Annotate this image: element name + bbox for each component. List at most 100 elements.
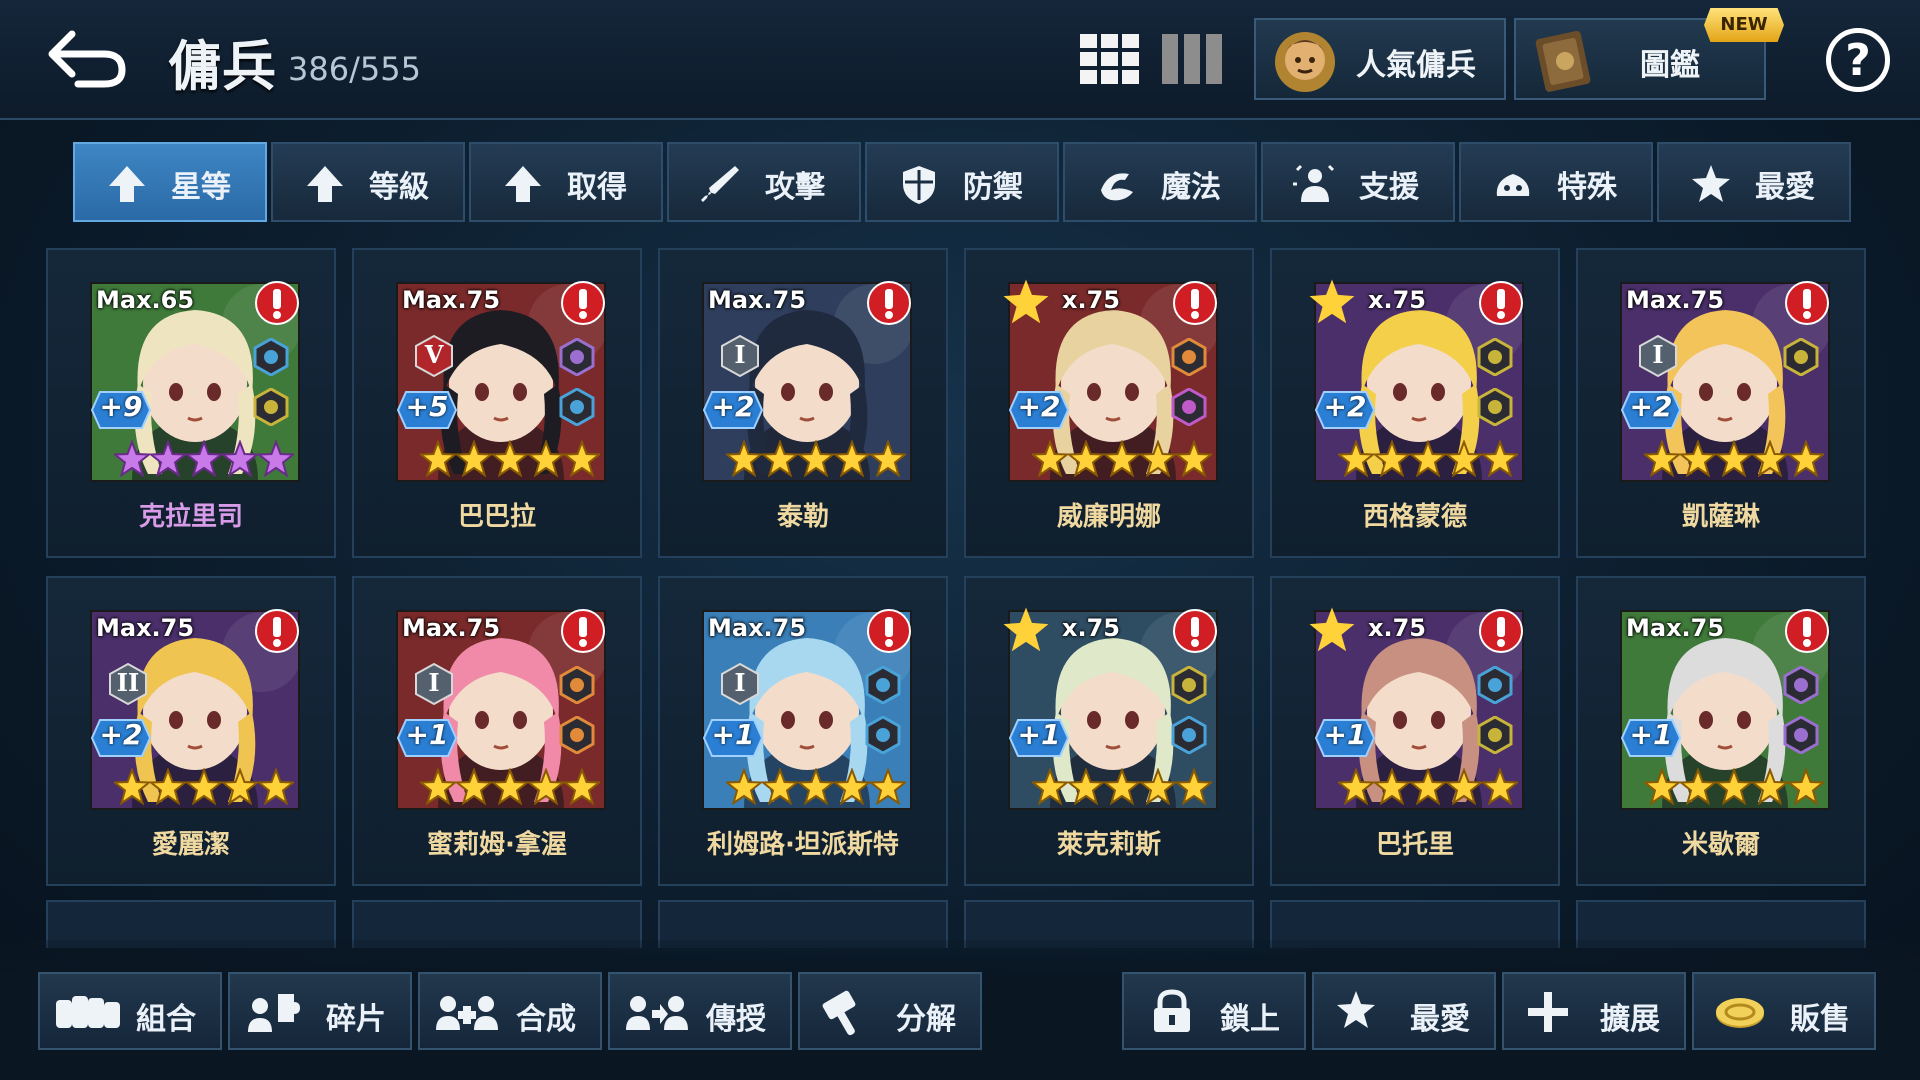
enhance-level: +1	[1323, 718, 1367, 751]
action-label: 鎖上	[1220, 1002, 1280, 1037]
action-button-碎片[interactable]: 碎片	[228, 972, 412, 1050]
help-button[interactable]: ?	[1826, 28, 1890, 92]
star-icon	[1692, 165, 1730, 202]
mercenary-name: 利姆路·坦派斯特	[707, 830, 899, 860]
enhance-level: +1	[1017, 718, 1061, 751]
mercenary-card[interactable]: x.75 +2 威廉明娜	[964, 248, 1254, 558]
column-view-icon[interactable]	[1162, 34, 1222, 84]
book-icon	[1535, 30, 1591, 92]
alert-icon	[1479, 609, 1523, 653]
action-label: 傳授	[706, 1002, 766, 1037]
alert-icon	[1785, 281, 1829, 325]
mercenary-card[interactable]: Max.75 +1 米歇爾	[1576, 576, 1866, 886]
attribute-icon	[1783, 716, 1819, 754]
star-rating-icon	[726, 768, 906, 806]
tab-label: 特殊	[1557, 170, 1617, 205]
enhance-level: +1	[1629, 718, 1673, 751]
enhance-level: +5	[405, 390, 449, 423]
enhance-level: +2	[711, 390, 755, 423]
alert-icon	[1785, 609, 1829, 653]
mercenary-card[interactable]: Max.65 +9 克拉里司	[46, 248, 336, 558]
attribute-icon	[1477, 666, 1513, 704]
mercenary-grid: Max.65 +9 克拉里司 Max.75 V +5 巴巴拉 Max.75 I …	[46, 248, 1870, 948]
attribute-icon	[1477, 716, 1513, 754]
grid-view-icon[interactable]	[1080, 34, 1140, 84]
tab-取得[interactable]: 取得	[469, 142, 663, 222]
mercenary-name: 克拉里司	[138, 502, 243, 532]
action-button-分解[interactable]: 分解	[798, 972, 982, 1050]
mercenary-card[interactable]: x.75 +2 西格蒙德	[1270, 248, 1560, 558]
rank-label: II	[116, 668, 140, 697]
mercenary-name: 威廉明娜	[1056, 502, 1161, 532]
mercenary-card[interactable]: Max.75 V +5 巴巴拉	[352, 248, 642, 558]
attribute-icon	[559, 338, 595, 376]
enhance-level: +9	[99, 390, 143, 423]
alert-icon	[255, 281, 299, 325]
tab-防禦[interactable]: 防禦	[865, 142, 1059, 222]
tab-label: 最愛	[1755, 170, 1815, 205]
action-label: 最愛	[1410, 1002, 1470, 1037]
star-rating-icon	[420, 768, 600, 806]
mercenary-card[interactable]: x.75 +1 巴托里	[1270, 576, 1560, 886]
mercenary-card[interactable]: Max.75 I +1 蜜莉姆·拿渥	[352, 576, 642, 886]
tab-label: 取得	[567, 170, 627, 205]
star-rating-icon	[1032, 440, 1212, 478]
tab-label: 魔法	[1161, 170, 1221, 205]
max-level-label: Max.75	[96, 614, 195, 642]
tab-label: 攻擊	[765, 170, 825, 205]
max-level-label: x.75	[1062, 614, 1120, 642]
mercenary-card[interactable]: Max.75 I +2 泰勒	[658, 248, 948, 558]
tab-特殊[interactable]: 特殊	[1459, 142, 1653, 222]
action-button-合成[interactable]: 合成	[418, 972, 602, 1050]
max-level-label: Max.75	[708, 286, 807, 314]
action-label: 分解	[896, 1002, 956, 1037]
max-level-label: Max.65	[96, 286, 195, 314]
star-rating-icon	[1338, 768, 1518, 806]
encyclopedia-label: 圖鑑	[1640, 48, 1700, 83]
action-button-傳授[interactable]: 傳授	[608, 972, 792, 1050]
mercenary-name: 巴巴拉	[457, 502, 536, 532]
star-rating-icon	[1032, 768, 1212, 806]
max-level-label: Max.75	[402, 286, 501, 314]
action-label: 擴展	[1600, 1002, 1660, 1037]
favorite-star-icon	[1309, 607, 1355, 652]
attribute-icon	[1783, 338, 1819, 376]
action-button-擴展[interactable]: 擴展	[1502, 972, 1686, 1050]
action-button-最愛[interactable]: 最愛	[1312, 972, 1496, 1050]
back-arrow-icon[interactable]	[42, 22, 132, 92]
action-button-組合[interactable]: 組合	[38, 972, 222, 1050]
mercenary-card[interactable]: Max.75 II +2 愛麗潔	[46, 576, 336, 886]
enhance-level: +2	[1017, 390, 1061, 423]
star-rating-icon	[420, 440, 600, 478]
tab-星等[interactable]: 星等	[73, 142, 267, 222]
tab-最愛[interactable]: 最愛	[1657, 142, 1851, 222]
tab-label: 支援	[1359, 170, 1419, 205]
rank-label: I	[428, 668, 440, 697]
rank-label: V	[424, 340, 444, 369]
tab-攻擊[interactable]: 攻擊	[667, 142, 861, 222]
tab-支援[interactable]: 支援	[1261, 142, 1455, 222]
action-button-鎖上[interactable]: 鎖上	[1122, 972, 1306, 1050]
mercenary-card[interactable]: Max.75 I +2 凱薩琳	[1576, 248, 1866, 558]
transfer-icon	[626, 996, 688, 1030]
popular-mercenary-button[interactable]: 人氣傭兵	[1254, 18, 1506, 100]
laurel-face-icon	[1275, 32, 1335, 92]
tab-魔法[interactable]: 魔法	[1063, 142, 1257, 222]
action-button-販售[interactable]: 販售	[1692, 972, 1876, 1050]
mercenary-name: 愛麗潔	[151, 830, 230, 860]
attribute-icon	[559, 666, 595, 704]
tab-等級[interactable]: 等級	[271, 142, 465, 222]
lock-icon	[1154, 989, 1190, 1032]
alert-icon	[867, 281, 911, 325]
mercenary-card[interactable]: Max.75 I +1 利姆路·坦派斯特	[658, 576, 948, 886]
mercenary-name: 西格蒙德	[1362, 502, 1467, 532]
mercenary-name: 泰勒	[776, 502, 829, 532]
rank-label: I	[1652, 340, 1664, 369]
support-icon	[1293, 164, 1335, 202]
star-icon	[1337, 991, 1375, 1028]
sort-tabs: 星等 等級 取得 攻擊 防禦 魔法 支援 特殊 最愛	[73, 142, 1853, 222]
attribute-icon	[559, 388, 595, 426]
enhance-level: +2	[1629, 390, 1673, 423]
attribute-icon	[1171, 388, 1207, 426]
mercenary-card[interactable]: x.75 +1 萊克莉斯	[964, 576, 1254, 886]
